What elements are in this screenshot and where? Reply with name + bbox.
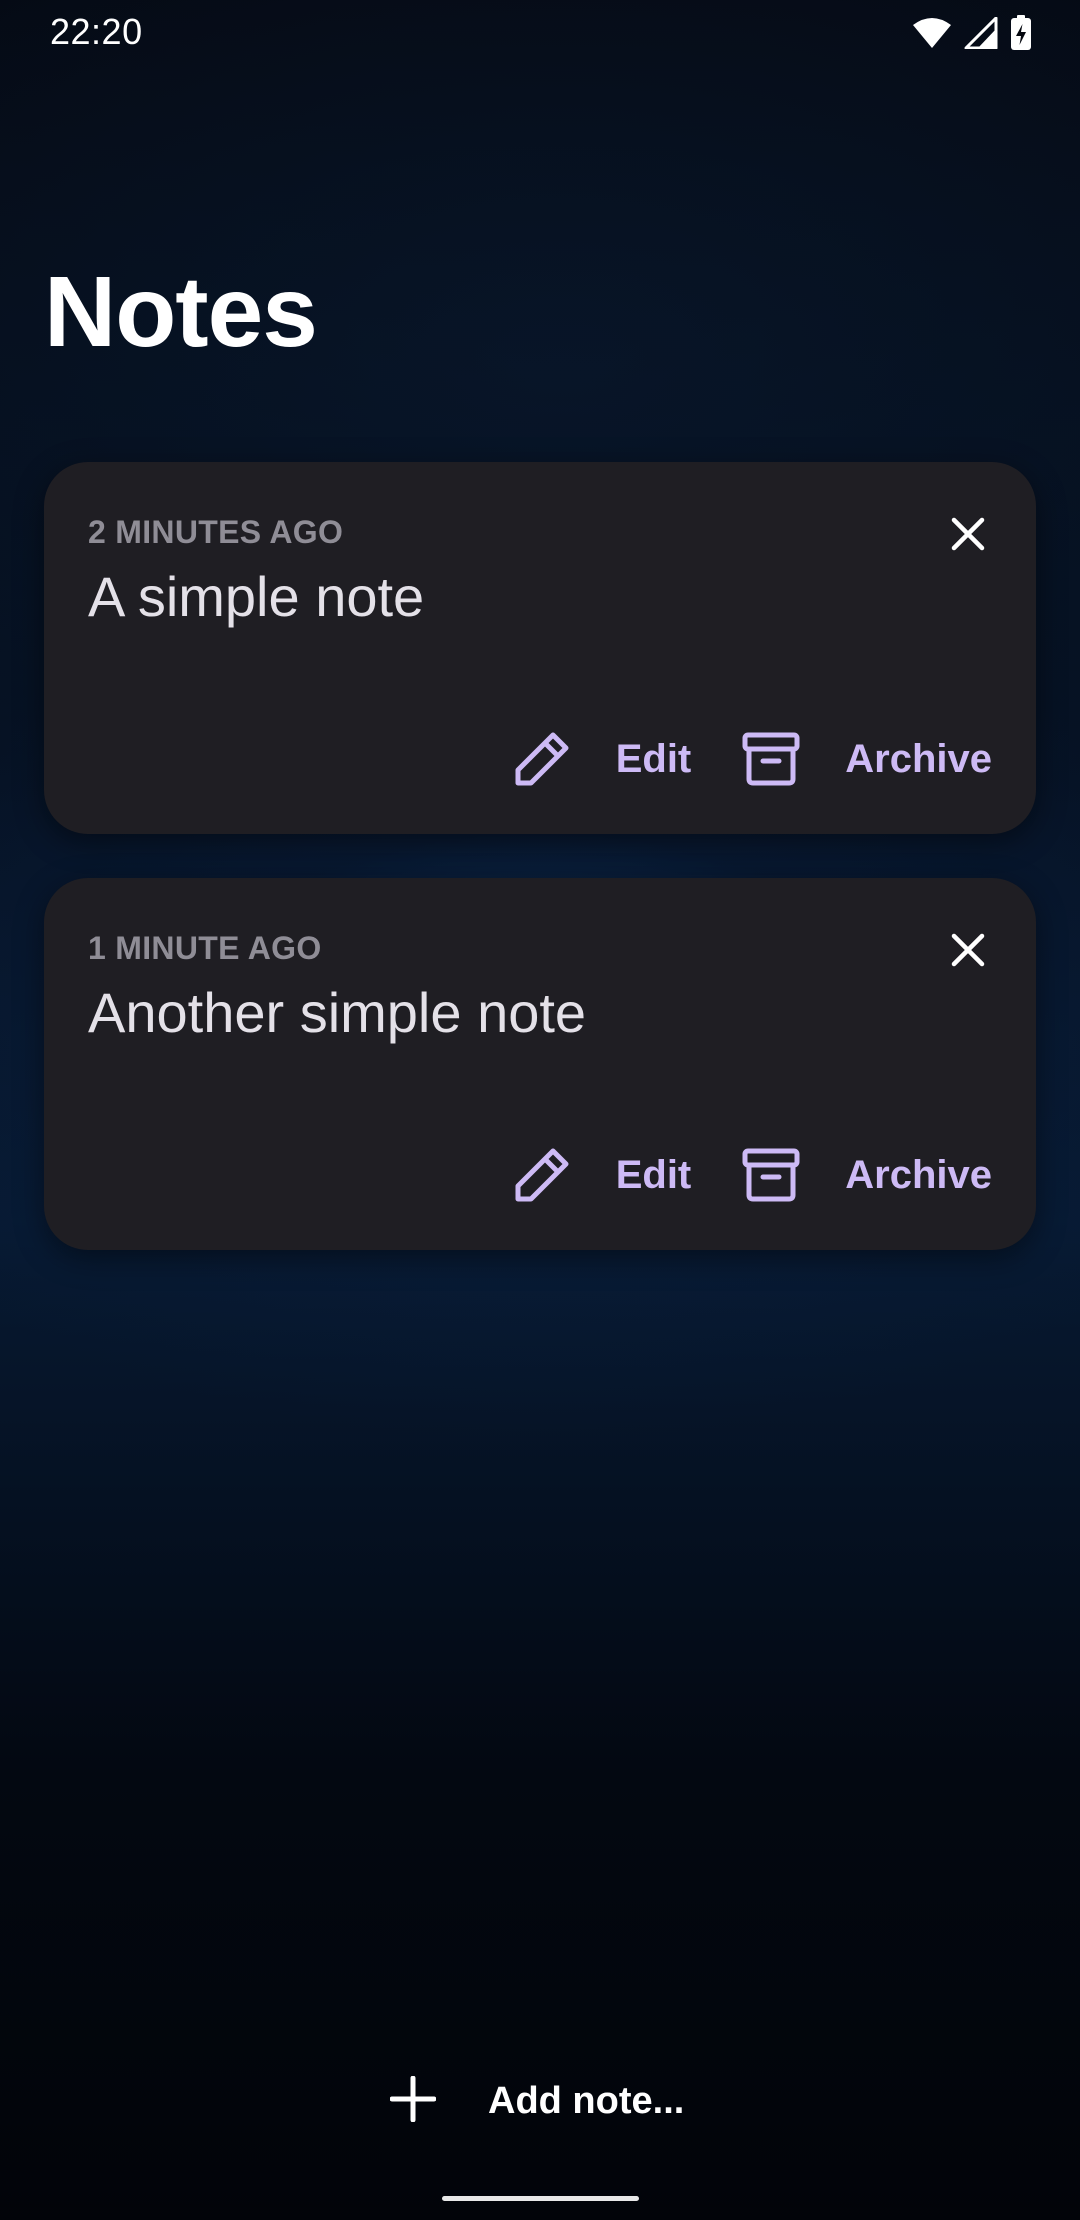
close-icon (950, 932, 986, 973)
archive-label: Archive (845, 737, 992, 781)
note-text: A simple note (88, 565, 425, 628)
note-text: Another simple note (88, 981, 587, 1044)
cellular-signal-icon (964, 17, 998, 49)
edit-button[interactable]: Edit (510, 1143, 692, 1207)
note-card[interactable]: 1 MINUTE AGO Another simple note Edit Ar… (44, 878, 1036, 1250)
page-title: Notes (44, 256, 318, 368)
status-icons (912, 14, 1032, 52)
archive-button[interactable]: Archive (739, 727, 992, 791)
delete-note-button[interactable] (936, 920, 1000, 984)
note-card[interactable]: 2 MINUTES AGO A simple note Edit Archive (44, 462, 1036, 834)
delete-note-button[interactable] (936, 504, 1000, 568)
edit-label: Edit (615, 737, 692, 781)
archive-icon (739, 727, 803, 791)
edit-label: Edit (615, 1153, 692, 1197)
pencil-icon (510, 1143, 574, 1207)
plus-icon (389, 2075, 437, 2127)
note-timestamp: 1 MINUTE AGO (88, 930, 322, 966)
archive-label: Archive (845, 1153, 992, 1197)
add-note-label: Add note... (488, 2080, 685, 2122)
archive-icon (739, 1143, 803, 1207)
note-actions: Edit Archive (510, 724, 992, 794)
wifi-icon (912, 17, 952, 49)
pencil-icon (510, 727, 574, 791)
add-note-button[interactable]: Add note... (389, 2066, 685, 2136)
status-time: 22:20 (50, 11, 143, 52)
battery-charging-icon (1010, 15, 1032, 51)
close-icon (950, 516, 986, 557)
gesture-navigation-handle[interactable] (442, 2196, 639, 2201)
edit-button[interactable]: Edit (510, 727, 692, 791)
note-actions: Edit Archive (510, 1140, 992, 1210)
status-bar: 22:20 (0, 0, 1080, 66)
archive-button[interactable]: Archive (739, 1143, 992, 1207)
note-timestamp: 2 MINUTES AGO (88, 514, 344, 550)
